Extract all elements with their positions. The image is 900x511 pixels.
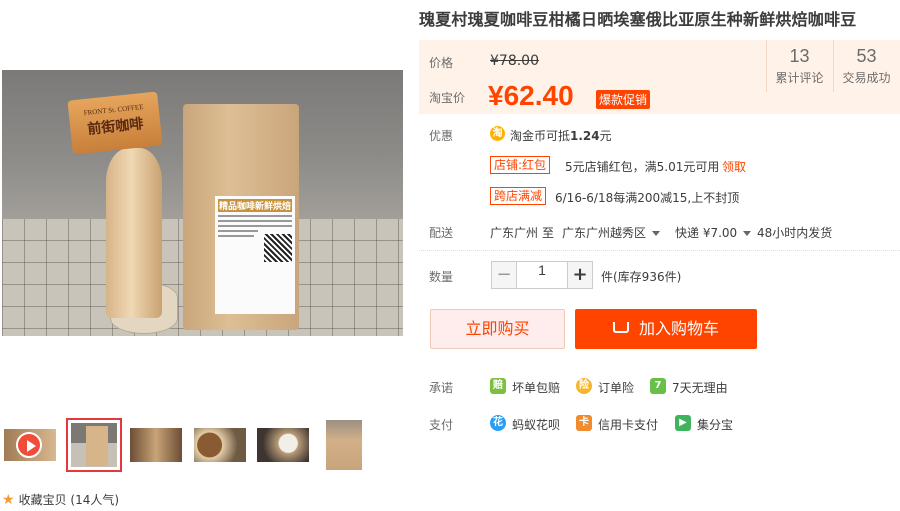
seven-days-icon: 7: [650, 378, 666, 394]
offers-label: 优惠: [429, 129, 454, 143]
review-count-label: 累计评论: [775, 71, 824, 85]
product-title: 瑰夏村瑰夏咖啡豆柑橘日晒埃塞俄比亚原生种新鲜烘焙咖啡豆: [419, 10, 857, 29]
delivery-time: 48小时内发货: [757, 226, 833, 240]
payment-item-2[interactable]: 信用卡支付: [598, 416, 658, 433]
coupon-text: 5元店铺红包，满5.01元可用: [565, 160, 720, 174]
taobao-coin-icon: 淘: [490, 126, 505, 141]
add-to-cart-button[interactable]: 加入购物车: [575, 309, 757, 349]
bag-label: 精品咖啡新鲜烘焙: [215, 196, 295, 314]
promo-badge: 爆款促销: [596, 90, 651, 109]
favorite-label: 收藏宝贝: [18, 493, 67, 507]
promise-item-2[interactable]: 订单险: [598, 379, 634, 396]
stock-text: 件(库存936件): [601, 270, 682, 284]
star-icon: ★: [2, 492, 15, 508]
payment-label: 支付: [429, 418, 454, 432]
sales-count[interactable]: 53 交易成功: [833, 40, 899, 92]
wood-carving: [106, 148, 162, 318]
huabei-icon: 花: [490, 415, 506, 431]
thumbnail-video[interactable]: [4, 418, 56, 472]
promise-label: 承诺: [429, 381, 454, 395]
insurance-icon: 险: [576, 378, 592, 394]
jifenbao-icon: ▶: [675, 415, 691, 431]
buy-now-button[interactable]: 立即购买: [430, 309, 565, 349]
bag-label-title: 精品咖啡新鲜烘焙: [218, 199, 292, 212]
current-price: ¥62.40: [488, 80, 574, 111]
shipping-label: 配送: [429, 226, 454, 240]
promise-item-1[interactable]: 坏单包赔: [512, 379, 560, 396]
chevron-down-icon: [743, 231, 752, 236]
cart-icon: [612, 322, 629, 333]
credit-card-icon: 卡: [576, 415, 592, 431]
original-price-label: 价格: [429, 56, 454, 70]
qr-code: [264, 234, 292, 262]
sales-count-label: 交易成功: [842, 71, 891, 85]
original-price: ¥78.00: [490, 53, 539, 69]
review-count[interactable]: 13 累计评论: [766, 40, 832, 92]
taobao-price-label: 淘宝价: [429, 91, 466, 105]
coin-offer-text: 淘金币可抵1.24元: [510, 129, 612, 143]
cross-shop-text: 6/16-6/18每满200减15,上不封顶: [555, 191, 740, 205]
thumbnail-coffee-beans[interactable]: [130, 418, 182, 472]
promise-item-3[interactable]: 7天无理由: [672, 379, 728, 396]
divider: [419, 250, 900, 251]
favorite-button[interactable]: ★ 收藏宝贝 (14人气): [2, 491, 119, 508]
thumbnail-coffee-cups[interactable]: [194, 418, 246, 472]
thumbnail-bag-back[interactable]: [326, 418, 362, 472]
thumbnail-latte[interactable]: [257, 418, 309, 472]
review-count-number: 13: [789, 46, 810, 66]
claim-coupon-link[interactable]: 领取: [722, 158, 746, 175]
quantity-input[interactable]: 1: [517, 261, 567, 289]
ship-to-word: 至: [542, 226, 555, 240]
play-icon[interactable]: [16, 432, 42, 458]
thumbnail-product-bag[interactable]: [66, 418, 122, 472]
payment-item-3[interactable]: 集分宝: [697, 416, 733, 433]
brand-sign: FRONT St. COFFEE 前街咖啡: [67, 91, 163, 155]
payment-item-1[interactable]: 蚂蚁花呗: [512, 416, 560, 433]
main-product-image[interactable]: FRONT St. COFFEE 前街咖啡 精品咖啡新鲜烘焙: [2, 70, 403, 336]
ship-from: 广东广州: [490, 226, 539, 240]
favorite-count: (14人气): [70, 493, 120, 507]
shop-coupon-tag: 店铺:红包: [490, 156, 551, 174]
shield-icon: 赔: [490, 378, 506, 394]
chevron-down-icon: [652, 231, 661, 236]
sales-count-number: 53: [856, 46, 877, 66]
coffee-bag: 精品咖啡新鲜烘焙: [183, 104, 299, 330]
cross-shop-tag: 跨店满减: [490, 187, 547, 205]
shipping-method-select[interactable]: 快递 ¥7.00: [675, 224, 752, 241]
quantity-increase-button[interactable]: +: [567, 261, 593, 289]
quantity-label: 数量: [429, 270, 454, 284]
ship-destination-select[interactable]: 广东广州越秀区: [562, 224, 661, 241]
quantity-decrease-button[interactable]: −: [491, 261, 517, 289]
